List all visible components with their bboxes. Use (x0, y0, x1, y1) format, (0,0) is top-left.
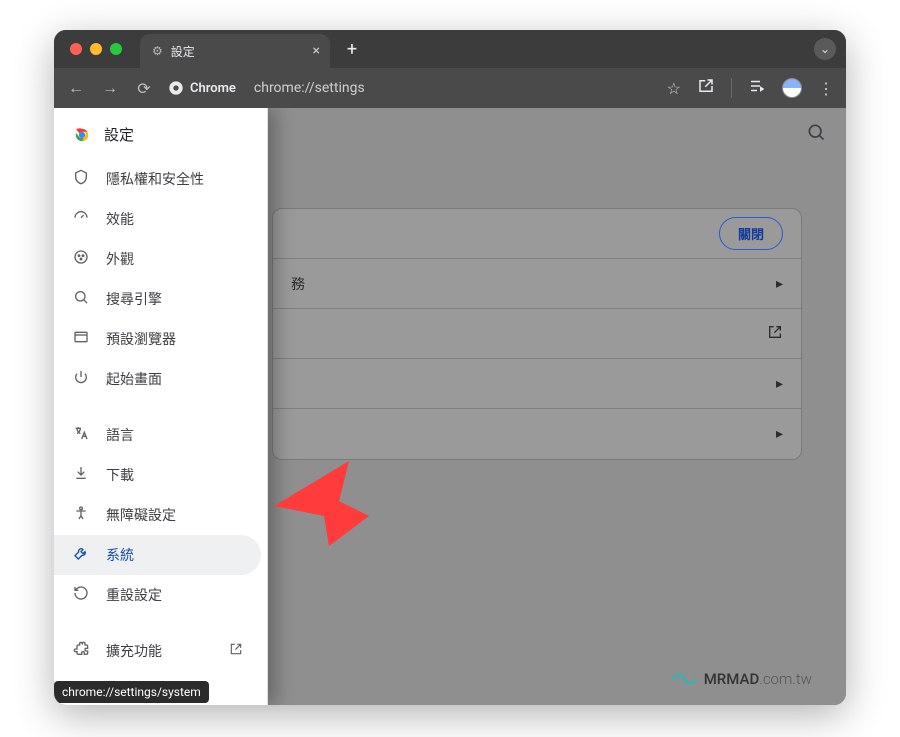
site-chip[interactable]: Chrome (168, 80, 236, 96)
address-bar: ← → ⟳ Chrome chrome://settings ☆ ⋮ (54, 68, 846, 108)
card-row[interactable] (273, 309, 801, 359)
sidebar-item-system[interactable]: 系統 (54, 535, 261, 575)
row-text: 務 (291, 274, 305, 294)
settings-sidebar: 設定 隱私權和安全性 效能 (54, 108, 268, 705)
settings-search-icon[interactable] (806, 122, 826, 147)
sidebar-item-startup[interactable]: 起始畫面 (54, 359, 261, 399)
card-row[interactable]: ▸ (273, 409, 801, 459)
reset-icon (72, 585, 90, 605)
settings-card: 關閉 務 ▸ ▸ ▸ (272, 208, 802, 460)
translate-icon (72, 425, 90, 445)
profile-avatar[interactable] (782, 78, 802, 98)
sidebar-item-label: 效能 (106, 209, 134, 229)
titlebar: ⚙ 設定 × + ⌄ (54, 30, 846, 68)
chrome-logo-icon (72, 125, 92, 145)
chevron-right-icon: ▸ (776, 426, 783, 442)
new-tab-button[interactable]: + (340, 37, 364, 61)
sidebar-item-default-browser[interactable]: 預設瀏覽器 (54, 319, 261, 359)
sidebar-item-privacy[interactable]: 隱私權和安全性 (54, 159, 261, 199)
sidebar-item-label: 無障礙設定 (106, 505, 176, 525)
sidebar-item-label: 擴充功能 (106, 641, 162, 661)
url-text[interactable]: chrome://settings (254, 80, 365, 96)
kebab-menu-icon[interactable]: ⋮ (818, 79, 834, 98)
tab-overflow-button[interactable]: ⌄ (814, 38, 836, 60)
sidebar-item-label: 預設瀏覽器 (106, 329, 176, 349)
status-tooltip: chrome://settings/system (54, 681, 209, 703)
wrench-icon (72, 545, 90, 565)
chevron-down-icon: ⌄ (820, 42, 830, 56)
puzzle-icon (72, 641, 90, 661)
media-icon[interactable] (748, 77, 766, 99)
chrome-icon (168, 80, 184, 96)
settings-content: 關閉 務 ▸ ▸ ▸ (54, 108, 846, 705)
sidebar-item-label: 下載 (106, 465, 134, 485)
sidebar-item-label: 搜尋引擎 (106, 289, 162, 309)
watermark-brand: MRMAD (704, 670, 760, 688)
gear-icon: ⚙ (152, 44, 163, 58)
open-external-icon (767, 324, 783, 344)
site-chip-label: Chrome (190, 81, 236, 96)
forward-button[interactable]: → (100, 78, 120, 98)
sidebar-item-languages[interactable]: 語言 (54, 415, 261, 455)
extensions-icon[interactable] (697, 77, 715, 99)
back-button[interactable]: ← (66, 78, 86, 98)
annotation-arrow (269, 446, 369, 546)
accessibility-icon (72, 505, 90, 525)
reload-button[interactable]: ⟳ (134, 79, 154, 98)
sidebar-item-accessibility[interactable]: 無障礙設定 (54, 495, 261, 535)
sidebar-item-performance[interactable]: 效能 (54, 199, 261, 239)
card-row[interactable]: 務 ▸ (273, 259, 801, 309)
toolbar-separator (731, 78, 732, 98)
palette-icon (72, 249, 90, 269)
window-icon (72, 329, 90, 349)
close-pill-button[interactable]: 關閉 (719, 217, 783, 250)
sidebar-title: 設定 (104, 124, 134, 145)
sidebar-item-label: 外觀 (106, 249, 134, 269)
close-tab-icon[interactable]: × (313, 43, 320, 59)
traffic-lights (70, 43, 122, 55)
sidebar-item-label: 系統 (106, 545, 134, 565)
gauge-icon (72, 209, 90, 229)
maximize-window-button[interactable] (110, 43, 122, 55)
close-window-button[interactable] (70, 43, 82, 55)
sidebar-item-label: 隱私權和安全性 (106, 169, 204, 189)
browser-window: ⚙ 設定 × + ⌄ ← → ⟳ Chrome chrome://setting… (54, 30, 846, 705)
watermark: MRMAD.com.tw (672, 667, 812, 691)
sidebar-item-reset[interactable]: 重設設定 (54, 575, 261, 615)
bookmark-star-icon[interactable]: ☆ (667, 79, 681, 98)
power-icon (72, 369, 90, 389)
shield-icon (72, 169, 90, 189)
sidebar-header: 設定 (54, 108, 267, 159)
sidebar-group-2: 語言 下載 無障礙設定 (54, 415, 267, 615)
toolbar-right: ☆ ⋮ (667, 77, 834, 99)
download-icon (72, 465, 90, 485)
card-row[interactable]: 關閉 (273, 209, 801, 259)
plus-icon: + (347, 39, 357, 60)
chevron-right-icon: ▸ (776, 276, 783, 292)
minimize-window-button[interactable] (90, 43, 102, 55)
watermark-domain: .com.tw (759, 670, 812, 688)
sidebar-item-downloads[interactable]: 下載 (54, 455, 261, 495)
sidebar-item-appearance[interactable]: 外觀 (54, 239, 261, 279)
sidebar-group-1: 隱私權和安全性 效能 外觀 (54, 159, 267, 399)
tab-title: 設定 (171, 43, 195, 60)
card-row[interactable]: ▸ (273, 359, 801, 409)
sidebar-item-extensions[interactable]: 擴充功能 (54, 631, 261, 671)
open-external-icon (229, 642, 243, 660)
sidebar-item-search-engine[interactable]: 搜尋引擎 (54, 279, 261, 319)
sidebar-item-label: 起始畫面 (106, 369, 162, 389)
sidebar-item-label: 語言 (106, 425, 134, 445)
sidebar-item-label: 重設設定 (106, 585, 162, 605)
browser-tab[interactable]: ⚙ 設定 × (140, 34, 330, 68)
chevron-right-icon: ▸ (776, 376, 783, 392)
watermark-icon (672, 667, 696, 691)
search-icon (72, 289, 90, 309)
